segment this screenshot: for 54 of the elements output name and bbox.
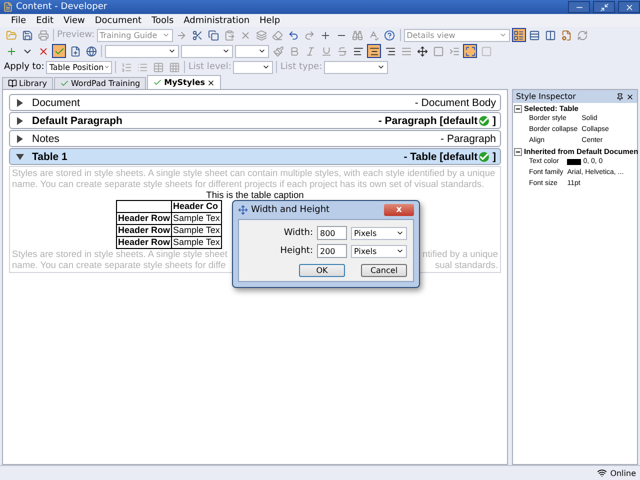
input-field[interactable]: 200 [317,244,347,258]
style-name: Table 1 [32,150,68,162]
apply-to-label: Apply to: [4,62,44,72]
style-name: Notes [32,132,60,144]
unit-dropdown[interactable]: Pixels [351,244,407,258]
style-name: Default Paragraph [32,114,124,126]
table-cell: Header Co [172,200,222,212]
document-tab[interactable]: WordPad Training [54,77,146,89]
style-row[interactable]: Notes - Paragraph [9,130,501,147]
table-cell: Sample Tex [172,236,222,248]
table-cell: Sample Tex [172,212,222,224]
menu-item[interactable]: Document [90,16,146,26]
sample-paragraph-line: sual standards. [434,260,498,271]
table-cell: Header Row [116,212,172,224]
style-type: - Paragraph [default ] [378,114,496,126]
style-row[interactable]: Document - Document Body [9,94,501,111]
style-type: - Document Body [414,96,496,108]
field-label: Width: [284,228,313,238]
inspector-title: Style Inspector [516,92,577,101]
input-field[interactable]: 800 [317,226,347,240]
style-row[interactable]: Default Paragraph - Paragraph [default ] [9,112,501,129]
ok-button[interactable]: OK [299,264,345,277]
field-label: Height: [280,246,313,256]
menu-item[interactable]: Administration [178,16,255,26]
menu-item[interactable]: Edit [31,16,58,26]
menu-item[interactable]: Help [254,16,286,26]
cancel-button[interactable]: Cancel [361,264,407,277]
sample-paragraph-line: Styles are stored in style sheets. A single style sheet [12,249,228,260]
list-level-label: List level: [188,62,232,72]
sample-paragraph-line: name. You can create separate style sheets for diffe [12,260,226,271]
style-type: - Table [default ] [404,150,496,162]
menu-item[interactable]: View [58,16,90,26]
style-type: - Paragraph [440,132,496,144]
status-text: Online [610,468,636,478]
apply-to-dropdown[interactable]: Table Position [46,60,112,74]
sample-paragraph: Styles are stored in style sheets. A single style sheet can contain multiple styles, with each style identified by a unique name. You can create separate style sheets for different projects if each project has its own set of visual standards. [12,168,496,190]
preview-label: Preview: [57,30,95,40]
table-cell: Sample Tex [172,224,222,236]
preview-dropdown[interactable]: Training Guide [96,28,173,42]
menu-item[interactable]: File [6,16,32,26]
document-tab[interactable]: Library [2,77,53,89]
table-caption: This is the table caption [205,190,305,200]
menu-item[interactable]: Tools [146,16,179,26]
close-button[interactable]: x [384,204,414,216]
sample-paragraph-line: ntified by a unique [422,249,498,260]
list-type-label: List type: [280,62,322,72]
document-tab[interactable]: MyStyles [147,75,222,89]
window-title: Content - Developer [16,2,108,12]
style-row[interactable]: Table 1 - Table [default ] [9,148,501,165]
style-name: Document [32,96,81,108]
table-cell: Header Row [116,224,172,236]
dialog-title: Width and Height [251,205,331,215]
unit-dropdown[interactable]: Pixels [351,226,407,240]
table-cell: Header Row [116,236,172,248]
